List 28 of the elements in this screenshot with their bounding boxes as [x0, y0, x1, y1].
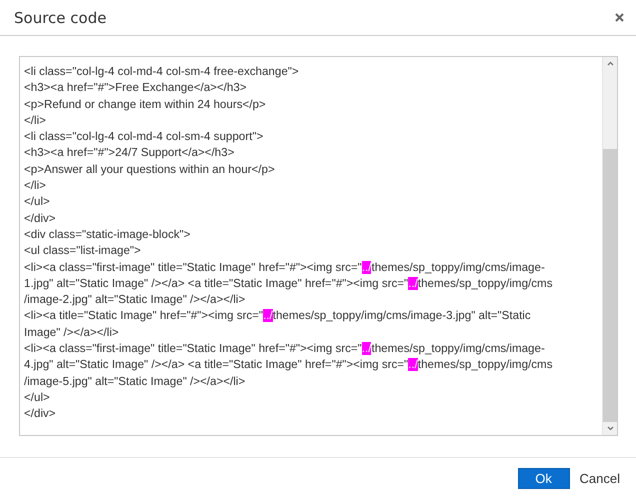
code-line: <ul class="list-image">	[24, 243, 142, 260]
code-line: <div class="static-image-block">	[24, 226, 192, 243]
code-line: </div>	[24, 210, 57, 227]
code-line: <h3><a href="#">Free Exchange</a></h3>	[24, 80, 248, 96]
code-line: /image-5.jpg" alt="Static Image" /></a></li>	[24, 374, 246, 390]
code-line: </li>	[24, 112, 47, 129]
code-line: /image-2.jpg" alt="Static Image" /></a></li>	[24, 292, 246, 308]
cancel-button[interactable]: Cancel	[576, 471, 624, 486]
scroll-down-icon[interactable]	[606, 426, 614, 431]
dialog-title: Source code	[14, 8, 106, 26]
code-line: <h3><a href="#">24/7 Support</a></h3>	[24, 145, 236, 162]
code-line: </div>	[24, 406, 57, 422]
code-line: </ul>	[24, 390, 51, 406]
code-line: </ul>	[24, 194, 51, 210]
code-editor[interactable]	[19, 56, 618, 436]
code-line: </li>	[24, 178, 47, 194]
code-line: Image" /></a></li>	[24, 324, 120, 341]
code-line: 1.jpg" alt="Static Image" /></a> <a title="Static Image" href="#"><img src="../themes/sp_toppy/img/cms	[24, 276, 554, 292]
code-line: <p>Answer all your questions within an hour</p>	[24, 162, 276, 178]
scrollbar-thumb[interactable]	[603, 149, 617, 422]
code-line: 4.jpg" alt="Static Image" /></a> <a title="Static Image" href="#"><img src="../themes/sp_toppy/img/cms	[24, 357, 554, 374]
code-line: <li class="col-lg-4 col-md-4 col-sm-4 free-exchange">	[24, 64, 300, 80]
code-line: <li class="col-lg-4 col-md-4 col-sm-4 support">	[24, 129, 264, 146]
code-line: <p>Refund or change item within 24 hours</p>	[24, 96, 267, 113]
ok-button[interactable]: Ok	[518, 468, 570, 489]
scrollbar[interactable]	[602, 57, 617, 435]
close-icon[interactable]	[615, 13, 624, 22]
scroll-up-icon[interactable]	[606, 61, 614, 66]
